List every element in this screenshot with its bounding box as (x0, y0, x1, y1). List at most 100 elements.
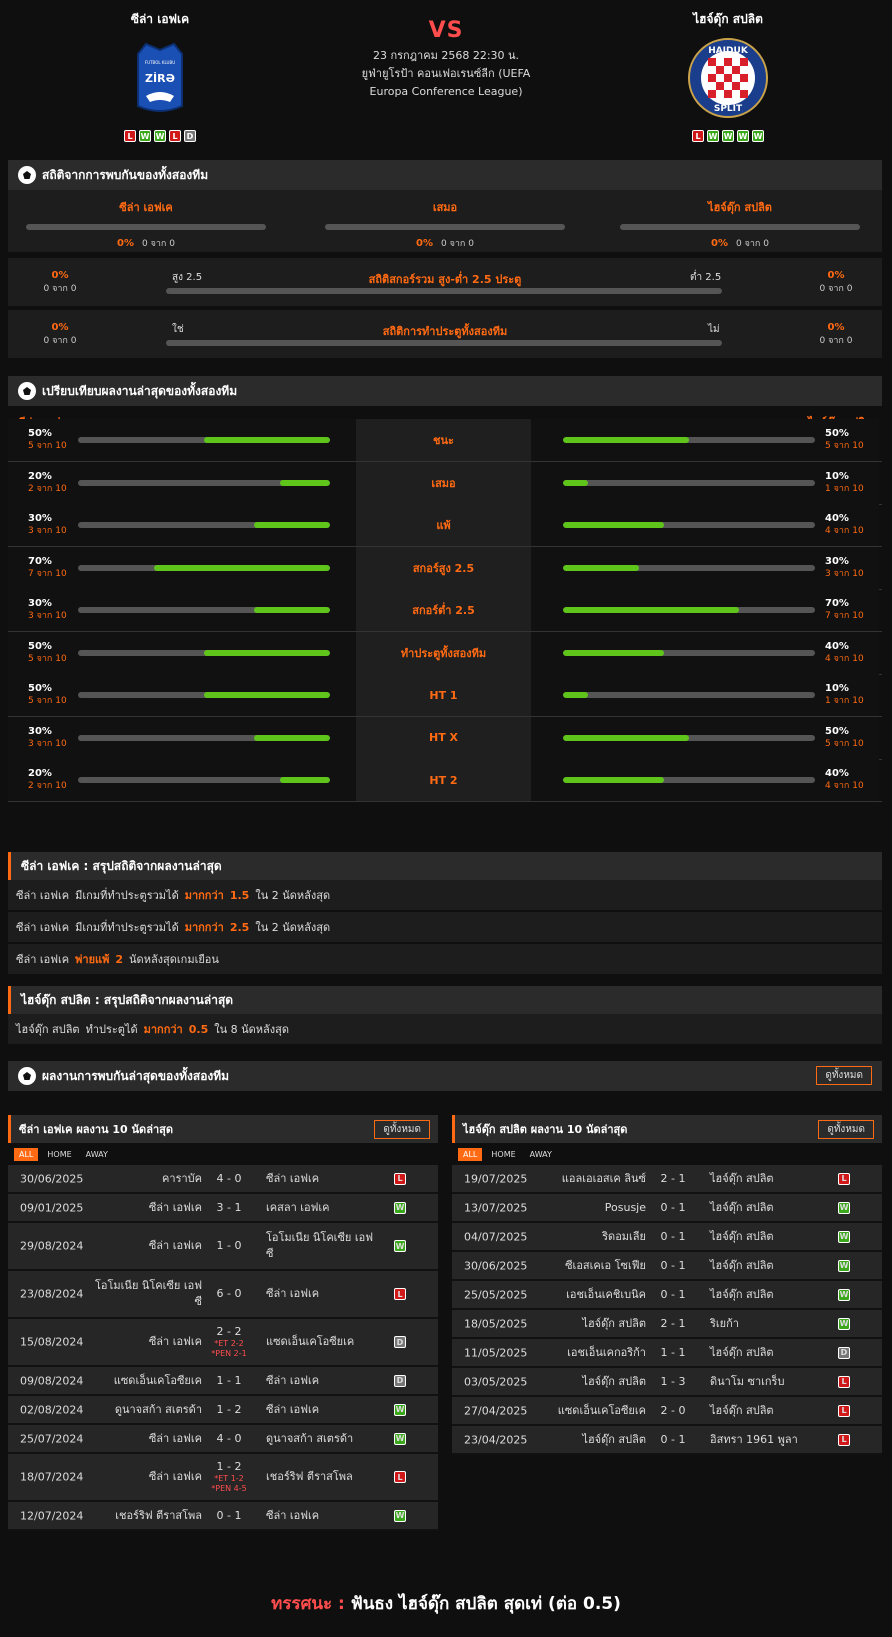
score-value: 1 - 1 (216, 1373, 242, 1387)
home-team-block: ซีล่า เอฟเค FUTBOL KLUBU ZİRƏ LWWLD (65, 10, 255, 142)
view-all-home-button[interactable]: ดูทั้งหมด (374, 1120, 430, 1139)
soccer-ball-icon (18, 166, 36, 184)
result-W: W (838, 1201, 850, 1214)
h2h-draw-bar (325, 224, 565, 230)
compare-away-panel: 70% 7 จาก 10 (531, 589, 879, 631)
compare-away-panel: 30% 3 จาก 10 (531, 546, 879, 589)
tab-away[interactable]: AWAY (525, 1148, 557, 1161)
match-away-team: ไฮจ์ดุ๊ก สปลิต (710, 1287, 774, 1301)
match-home-team: โอโมเนีย นิโคเซีย เอฟซี (94, 1279, 202, 1308)
summary-part: มากกว่า (184, 889, 224, 902)
match-home-team: แซดเอ็นเคโอซียเค (557, 1403, 646, 1417)
match-home-team: แซดเอ็นเคโอซียเค (113, 1373, 202, 1387)
summary-part: มากกว่า (143, 1023, 183, 1036)
tab-away[interactable]: AWAY (81, 1148, 113, 1161)
tab-all[interactable]: ALL (458, 1147, 483, 1161)
result-badge: D (838, 1346, 850, 1359)
form-badge: W (707, 130, 719, 142)
match-away-team: ซีล่า เอฟเค (266, 1402, 320, 1416)
result-W: W (394, 1432, 406, 1445)
tab-all[interactable]: ALL (14, 1147, 39, 1161)
match-score: 1 - 2 (204, 1403, 254, 1417)
match-home-team: ริดอมเลีย (602, 1229, 646, 1243)
compare-away-bar (563, 777, 815, 783)
home-form: LWWLD (65, 130, 255, 142)
match-away-team: ดินาโม ซาเกร็บ (710, 1374, 785, 1388)
compare-label: HT X (356, 716, 531, 759)
btts-panel: 0% 0 จาก 0 ใช่ สถิติการทำประตูทั้งสองทีม … (8, 310, 882, 358)
home-logo-small-text: FUTBOL KLUBU (145, 60, 175, 65)
result-badge: W (394, 1240, 406, 1252)
compare-away-fill (563, 649, 664, 656)
match-home-team: คาราบัค (162, 1171, 202, 1185)
view-all-away-button[interactable]: ดูทั้งหมด (818, 1120, 874, 1139)
compare-away-panel: 50% 5 จาก 10 (531, 716, 879, 759)
result-badge: L (838, 1404, 850, 1417)
match-away-team: ไฮจ์ดุ๊ก สปลิต (710, 1171, 774, 1185)
score-value: 1 - 1 (660, 1345, 686, 1359)
summary-part: มากกว่า (184, 921, 224, 934)
match-home-team: ซีล่า เอฟเค (148, 1431, 202, 1445)
match-home-team: ซีล่า เอฟเค (148, 1335, 202, 1348)
h2h-home-col: ซีล่า เอฟเค 0% 0 จาก 0 (26, 198, 266, 250)
compare-away-panel: 40% 4 จาก 10 (531, 504, 879, 546)
compare-away-fill (563, 564, 639, 571)
h2h-away-pct: 0% 0 จาก 0 (711, 238, 769, 249)
result-badge: L (838, 1433, 850, 1446)
compare-away-value: 30% 3 จาก 10 (825, 555, 864, 579)
ou-bar (166, 288, 722, 294)
result-badge: L (838, 1172, 850, 1185)
tab-home[interactable]: HOME (42, 1148, 76, 1161)
form-badge: W (722, 130, 734, 142)
summary-part: 0.5 (188, 1022, 209, 1036)
score-value: 1 - 3 (660, 1374, 686, 1388)
h2h-section-title: สถิติจากการพบกันของทั้งสองทีม (42, 167, 209, 182)
compare-home-fill (204, 437, 330, 443)
btts-bar (166, 340, 722, 346)
compare-label: เสมอ (356, 461, 531, 504)
compare-home-bar (78, 437, 330, 443)
result-badge: W (838, 1259, 850, 1272)
verdict: ทรรศนะ : ฟันธง ไฮจ์ดุ๊ก สปลิต สุดเท่ (ต่… (0, 1590, 892, 1617)
compare-away-panel: 10% 1 จาก 10 (531, 461, 879, 504)
match-league: ยูฟ่ายูโรป้า คอนเฟอเรนซ์ลีก (UEFA Europa… (361, 67, 531, 98)
match-away-team: ซีล่า เอฟเค (266, 1171, 320, 1185)
result-L: L (394, 1288, 406, 1300)
summary-part: 1.5 (229, 888, 250, 902)
result-badge: L (838, 1375, 850, 1388)
match-home-team: ซีล่า เอฟเค (148, 1470, 202, 1483)
verdict-text: ฟันธง ไฮจ์ดุ๊ก สปลิต สุดเท่ (ต่อ 0.5) (350, 1594, 621, 1614)
compare-label: แพ้ (356, 504, 531, 546)
result-D: D (394, 1336, 406, 1348)
compare-away-value: 40% 4 จาก 10 (825, 768, 864, 791)
recent-section-header: ผลงานการพบกันล่าสุดของทั้งสองทีม ดูทั้งห… (8, 1061, 882, 1091)
compare-home-bar (78, 522, 330, 528)
btts-right-label: ไม่ (708, 324, 720, 335)
score-value: 0 - 1 (660, 1432, 686, 1446)
result-badge: W (838, 1288, 850, 1301)
compare-label: สกอร์สูง 2.5 (356, 546, 531, 589)
home-logo-text: ZİRƏ (145, 71, 175, 85)
match-away-team: ซีล่า เอฟเค (266, 1287, 320, 1300)
match-row: 09/01/2025 ซีล่า เอฟเค 3 - 1 เคสลา เอฟเค W (8, 1194, 438, 1223)
form-badge: L (169, 130, 181, 142)
score-value: 6 - 0 (216, 1287, 242, 1300)
match-score: 3 - 1 (204, 1201, 254, 1215)
home-match-list: 30/06/2025 คาราบัค 4 - 0 ซีล่า เอฟเค L 09/01/… (8, 1165, 438, 1531)
h2h-away-bar (620, 224, 860, 230)
match-score: 6 - 0 (204, 1287, 254, 1301)
match-score: 1 - 1 (204, 1374, 254, 1388)
tab-home[interactable]: HOME (486, 1148, 520, 1161)
view-all-h2h-button[interactable]: ดูทั้งหมด (816, 1066, 872, 1085)
compare-away-bar (563, 607, 815, 613)
away-filter-tabs: ALL HOME AWAY (452, 1143, 882, 1165)
result-badge: W (838, 1201, 850, 1214)
compare-away-panel: 50% 5 จาก 10 (531, 419, 879, 461)
away-form: LWWWW (633, 130, 823, 142)
home-recent-title: ซีล่า เอฟเค ผลงาน 10 นัดล่าสุด (19, 1123, 173, 1136)
result-badge: L (394, 1471, 406, 1483)
summary-part: ซีล่า เอฟเค (16, 953, 70, 966)
compare-away-fill (563, 777, 664, 783)
verdict-label: ทรรศนะ : (271, 1594, 345, 1614)
compare-home-panel: 20% 2 จาก 10 (8, 461, 356, 504)
